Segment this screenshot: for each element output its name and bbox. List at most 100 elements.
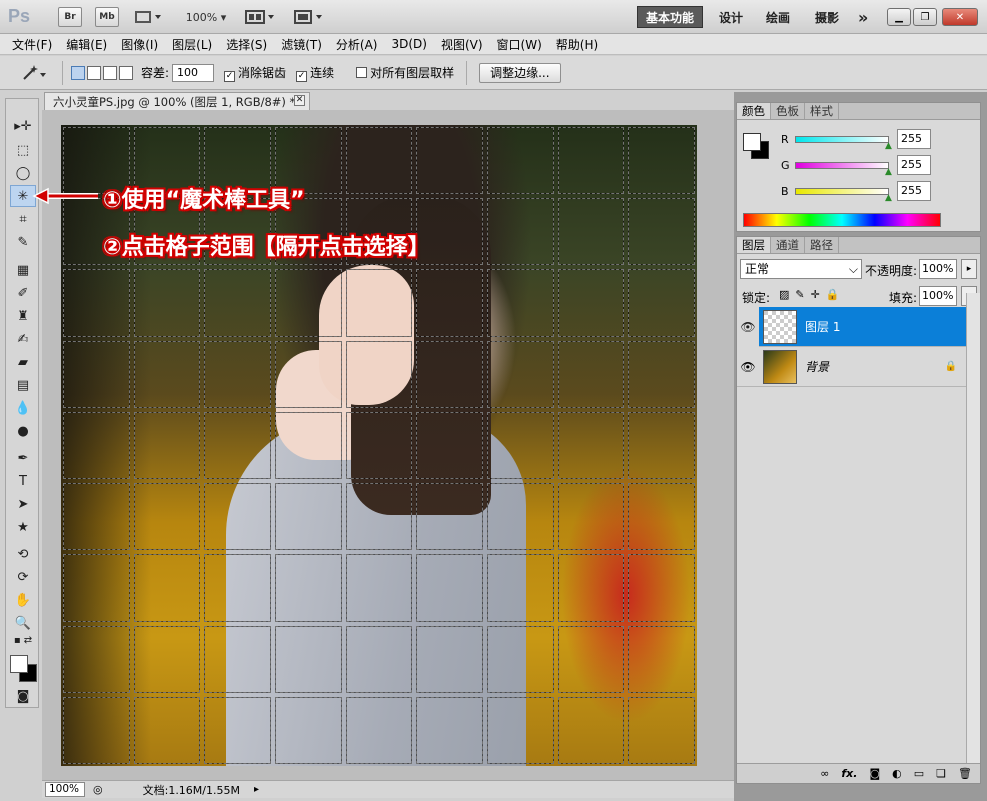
selection-cell[interactable] <box>487 554 554 622</box>
zoom-tool-icon[interactable]: 🔍 <box>10 612 36 634</box>
menu-layer[interactable]: 图层(L) <box>172 36 212 53</box>
bridge-button[interactable]: Br <box>58 7 82 27</box>
selection-cell[interactable] <box>133 411 201 480</box>
selection-cell[interactable] <box>345 127 413 195</box>
close-document-icon[interactable]: ✕ <box>294 95 305 106</box>
3d-orbit-tool-icon[interactable]: ⟳ <box>10 566 36 588</box>
eye-icon[interactable]: 👁 <box>737 306 759 347</box>
selection-cell[interactable] <box>416 411 483 480</box>
tool-preset-picker[interactable] <box>18 63 52 83</box>
selection-cell[interactable] <box>63 269 130 337</box>
menu-3d[interactable]: 3D(D) <box>391 37 426 51</box>
trash-icon[interactable]: 🗑 <box>958 767 972 780</box>
type-tool-icon[interactable]: T <box>10 470 36 492</box>
close-button[interactable]: ✕ <box>942 8 978 26</box>
selection-cell[interactable] <box>345 340 413 408</box>
menu-filter[interactable]: 滤镜(T) <box>281 36 322 53</box>
add-to-selection-button[interactable] <box>87 65 101 80</box>
restore-button[interactable]: ❐ <box>913 8 937 26</box>
selection-cell[interactable] <box>63 696 130 764</box>
selection-cell[interactable] <box>133 696 201 764</box>
selection-cell[interactable] <box>416 269 483 337</box>
selection-cell[interactable] <box>487 625 554 693</box>
lasso-tool-icon[interactable]: ◯ <box>10 162 36 184</box>
selection-cell[interactable] <box>557 483 625 551</box>
shape-tool-icon[interactable]: ★ <box>10 516 36 538</box>
new-selection-button[interactable] <box>71 65 85 80</box>
menu-analysis[interactable]: 分析(A) <box>336 36 378 53</box>
selection-cell[interactable] <box>557 127 625 195</box>
blend-mode-select[interactable]: 正常 ⌵ <box>740 259 862 279</box>
selection-cell[interactable] <box>204 625 271 693</box>
brush-tool-icon[interactable]: ✐ <box>10 282 36 304</box>
selection-cell[interactable] <box>628 269 695 337</box>
selection-cell[interactable] <box>275 483 342 551</box>
status-options-icon[interactable]: ◎ <box>93 783 103 796</box>
antialias-checkbox[interactable]: ✓ 消除锯齿 <box>224 64 286 82</box>
selection-cell[interactable] <box>557 198 625 266</box>
menu-file[interactable]: 文件(F) <box>12 36 52 53</box>
selection-cell[interactable] <box>628 625 695 693</box>
selection-cell[interactable] <box>345 554 413 622</box>
sample-all-layers-checkbox[interactable]: 对所有图层取样 <box>356 64 454 81</box>
selection-cell[interactable] <box>275 340 342 408</box>
workspace-painting[interactable]: 绘画 <box>766 6 790 28</box>
eraser-tool-icon[interactable]: ▰ <box>10 351 36 373</box>
foreground-color-swatch[interactable] <box>10 655 28 673</box>
tab-styles[interactable]: 样式 <box>805 103 839 119</box>
refine-edge-button[interactable]: 调整边缘... <box>479 62 561 83</box>
selection-cell[interactable] <box>628 198 695 266</box>
path-selection-tool-icon[interactable]: ➤ <box>10 493 36 515</box>
selection-cell[interactable] <box>204 554 271 622</box>
selection-cell[interactable] <box>416 340 483 408</box>
selection-cell[interactable] <box>416 696 483 764</box>
clone-stamp-tool-icon[interactable]: ♜ <box>10 305 36 327</box>
selection-cell[interactable] <box>487 483 554 551</box>
selection-cell[interactable] <box>345 625 413 693</box>
marquee-tool-icon[interactable]: ⬚ <box>10 139 36 161</box>
status-menu-arrow-icon[interactable]: ▸ <box>254 784 259 795</box>
tab-swatches[interactable]: 色板 <box>771 103 805 119</box>
eye-icon[interactable]: 👁 <box>737 360 759 374</box>
selection-cell[interactable] <box>63 340 130 408</box>
layer-row-background[interactable]: 👁 背景 🔒 <box>737 347 967 387</box>
menu-edit[interactable]: 编辑(E) <box>66 36 107 53</box>
eyedropper-tool-icon[interactable]: ✎ <box>10 231 36 253</box>
history-brush-tool-icon[interactable]: ✍ <box>10 328 36 350</box>
selection-cell[interactable] <box>204 411 271 480</box>
selection-cell[interactable] <box>557 625 625 693</box>
selection-cell[interactable] <box>133 554 201 622</box>
selection-cell[interactable] <box>628 483 695 551</box>
selection-cell[interactable] <box>557 696 625 764</box>
intersect-selection-button[interactable] <box>119 65 133 80</box>
tab-channels[interactable]: 通道 <box>771 237 805 253</box>
mini-bridge-button[interactable]: Mb <box>95 7 119 27</box>
selection-cell[interactable] <box>345 696 413 764</box>
opacity-input[interactable]: 100% <box>919 259 957 279</box>
green-slider-thumb-icon[interactable]: ▲ <box>885 167 892 177</box>
selection-cell[interactable] <box>133 269 201 337</box>
3d-rotate-tool-icon[interactable]: ⟲ <box>10 543 36 565</box>
selection-cell[interactable] <box>557 269 625 337</box>
group-icon[interactable]: ▭ <box>914 767 924 780</box>
photo-canvas[interactable] <box>61 125 697 766</box>
new-layer-icon[interactable]: ❏ <box>936 767 946 780</box>
selection-cell[interactable] <box>628 554 695 622</box>
selection-cell[interactable] <box>557 411 625 480</box>
selection-cell[interactable] <box>416 554 483 622</box>
selection-cell[interactable] <box>63 625 130 693</box>
tab-color[interactable]: 颜色 <box>737 103 771 119</box>
contiguous-checkbox[interactable]: ✓ 连续 <box>296 64 334 82</box>
mask-icon[interactable]: ◙ <box>869 767 880 780</box>
more-workspaces-icon[interactable]: » <box>858 6 868 28</box>
selection-cell[interactable] <box>63 483 130 551</box>
arrange-documents-dropdown[interactable] <box>242 7 280 27</box>
dodge-tool-icon[interactable]: ● <box>10 420 36 442</box>
minimize-button[interactable]: ▁ <box>887 8 911 26</box>
healing-brush-tool-icon[interactable]: ▦ <box>10 259 36 281</box>
selection-cell[interactable] <box>628 696 695 764</box>
selection-cell[interactable] <box>416 625 483 693</box>
red-slider[interactable] <box>795 136 889 143</box>
layers-scrollbar[interactable] <box>966 293 980 763</box>
pen-tool-icon[interactable]: ✒ <box>10 447 36 469</box>
